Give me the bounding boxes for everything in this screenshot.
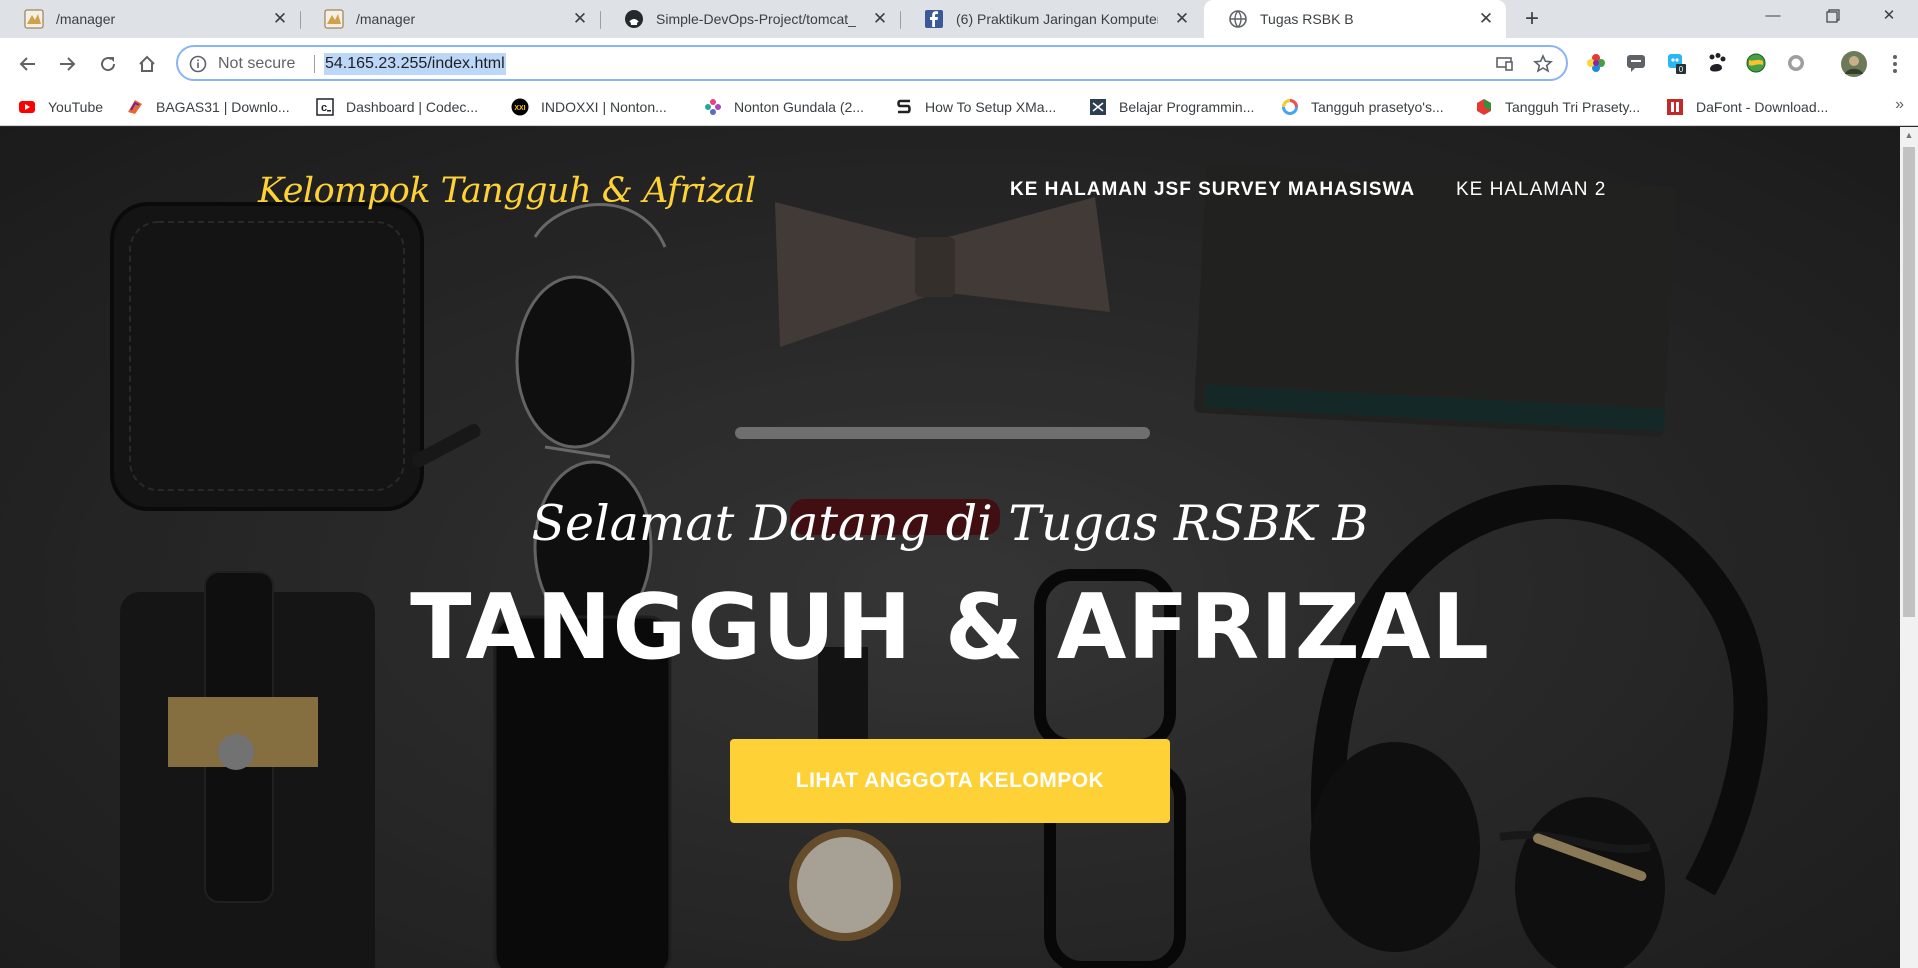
bookmark-star-icon[interactable] bbox=[1533, 54, 1553, 74]
globe-icon bbox=[1229, 10, 1247, 28]
codecademy-icon: c bbox=[316, 98, 334, 116]
bookmark-label: Tangguh Tri Prasety... bbox=[1505, 99, 1641, 115]
bagas31-icon bbox=[128, 100, 142, 114]
bookmarks-overflow-icon[interactable]: » bbox=[1895, 96, 1904, 114]
hero-heading: TANGGUH & AFRIZAL bbox=[410, 575, 1490, 680]
page-scrollbar[interactable]: ▲ bbox=[1900, 127, 1918, 968]
reload-icon bbox=[101, 57, 116, 72]
close-tab-icon[interactable]: ✕ bbox=[1476, 9, 1496, 29]
close-window-icon[interactable]: ✕ bbox=[1866, 0, 1912, 32]
tomcat-icon bbox=[24, 9, 44, 29]
bookmark-belajar[interactable]: Belajar Programmin... bbox=[1089, 89, 1254, 125]
cast-device-icon[interactable] bbox=[1494, 54, 1514, 74]
bookmark-youtube[interactable]: YouTube bbox=[18, 89, 103, 125]
color-wheel-icon[interactable] bbox=[1585, 52, 1607, 74]
s-logo-icon bbox=[897, 99, 911, 114]
bookmark-label: How To Setup XMa... bbox=[925, 99, 1057, 115]
security-label[interactable]: Not secure bbox=[218, 55, 295, 73]
tab-title: /manager bbox=[356, 11, 416, 27]
globe-toggle-icon[interactable] bbox=[1745, 52, 1767, 74]
tab-title: Tugas RSBK B bbox=[1260, 11, 1354, 27]
youtube-icon bbox=[19, 101, 35, 113]
close-tab-icon[interactable]: ✕ bbox=[1172, 9, 1192, 29]
tab-title: /manager bbox=[56, 11, 116, 27]
bookmark-label: Nonton Gundala (2... bbox=[734, 99, 864, 115]
nav-link-halaman-2[interactable]: KE HALAMAN 2 bbox=[1456, 179, 1606, 201]
hero-section: Kelompok Tangguh & Afrizal KE HALAMAN JS… bbox=[0, 127, 1900, 968]
bookmark-label: Belajar Programmin... bbox=[1119, 99, 1255, 115]
reload-button[interactable] bbox=[94, 50, 122, 78]
indoxxi-icon: XXI bbox=[511, 98, 529, 116]
facebook-icon bbox=[925, 10, 943, 28]
bookmark-label: Tangguh prasetyo's... bbox=[1311, 99, 1444, 115]
paw-icon[interactable] bbox=[1706, 52, 1728, 74]
bookmark-tangguh-prasetyo[interactable]: Tangguh prasetyo's... bbox=[1281, 89, 1444, 125]
back-arrow-icon bbox=[19, 57, 35, 71]
home-button[interactable] bbox=[133, 50, 161, 78]
hero-lead-text: Selamat Datang di Tugas RSBK B bbox=[531, 495, 1369, 552]
bookmark-label: BAGAS31 | Downlo... bbox=[156, 99, 290, 115]
dafont-icon bbox=[1667, 99, 1683, 115]
svg-text:XXI: XXI bbox=[514, 105, 525, 112]
bookmark-gundala[interactable]: Nonton Gundala (2... bbox=[704, 89, 864, 125]
close-tab-icon[interactable]: ✕ bbox=[570, 9, 590, 29]
tab-strip: /manager ✕ /manager ✕ Simple-DevOps-Proj… bbox=[0, 0, 1918, 38]
site-brand-logo[interactable]: Kelompok Tangguh & Afrizal bbox=[258, 171, 756, 211]
bookmark-label: INDOXXI | Nonton... bbox=[541, 99, 667, 115]
restore-icon[interactable] bbox=[1810, 0, 1856, 32]
back-button[interactable] bbox=[14, 50, 42, 78]
bookmark-label: YouTube bbox=[48, 99, 104, 115]
bookmark-bagas31[interactable]: BAGAS31 | Downlo... bbox=[126, 89, 290, 125]
menu-kebab-icon[interactable] bbox=[1885, 50, 1905, 78]
ring-icon bbox=[1282, 99, 1298, 115]
tomcat-icon bbox=[324, 9, 344, 29]
tab-title: (6) Praktikum Jaringan Komputer bbox=[956, 11, 1158, 27]
bookmark-indoxxi[interactable]: XXI INDOXXI | Nonton... bbox=[511, 89, 667, 125]
chat-bubble-icon[interactable] bbox=[1625, 52, 1647, 74]
tab-title: Simple-DevOps-Project/tomcat_i bbox=[656, 11, 856, 27]
home-icon bbox=[139, 55, 155, 72]
hex-icon bbox=[1477, 99, 1491, 115]
bot-icon[interactable]: 0 bbox=[1665, 52, 1687, 74]
bookmark-codecademy[interactable]: c Dashboard | Codec... bbox=[316, 89, 478, 125]
tab-github[interactable]: Simple-DevOps-Project/tomcat_i ✕ bbox=[600, 0, 901, 38]
scroll-up-arrow-icon[interactable]: ▲ bbox=[1900, 127, 1918, 144]
new-tab-icon[interactable]: + bbox=[1518, 6, 1546, 34]
bookmark-label: DaFont - Download... bbox=[1696, 99, 1829, 115]
bookmark-dafont[interactable]: DaFont - Download... bbox=[1666, 89, 1828, 125]
scrollbar-thumb[interactable] bbox=[1903, 147, 1915, 617]
flower-icon bbox=[705, 99, 721, 115]
nav-link-jsf-survey[interactable]: KE HALAMAN JSF SURVEY MAHASISWA bbox=[1010, 179, 1415, 201]
tab-facebook[interactable]: (6) Praktikum Jaringan Komputer ✕ bbox=[900, 0, 1202, 38]
tab-manager-1[interactable]: /manager ✕ bbox=[0, 0, 301, 38]
minimize-icon[interactable]: — bbox=[1750, 0, 1796, 32]
security-divider bbox=[314, 55, 315, 73]
tab-manager-2[interactable]: /manager ✕ bbox=[300, 0, 601, 38]
bookmarks-bar: YouTube BAGAS31 | Downlo... c Dashboard … bbox=[0, 89, 1918, 126]
info-icon[interactable] bbox=[189, 55, 207, 73]
close-tab-icon[interactable]: ✕ bbox=[270, 9, 290, 29]
browser-toolbar: Not secure 54.165.23.255/index.html 0 bbox=[0, 38, 1918, 89]
bookmark-xmail[interactable]: How To Setup XMa... bbox=[895, 89, 1056, 125]
forward-button[interactable] bbox=[53, 50, 81, 78]
lihat-anggota-button[interactable]: LIHAT ANGGOTA KELOMPOK bbox=[730, 739, 1170, 823]
extension-badge: 0 bbox=[1679, 65, 1684, 74]
tab-tugas-rsbk[interactable]: Tugas RSBK B ✕ bbox=[1204, 0, 1506, 38]
circle-icon[interactable] bbox=[1785, 52, 1807, 74]
close-tab-icon[interactable]: ✕ bbox=[870, 9, 890, 29]
address-bar[interactable]: Not secure 54.165.23.255/index.html bbox=[176, 45, 1568, 81]
svg-text:c: c bbox=[321, 102, 327, 114]
avatar[interactable] bbox=[1840, 50, 1868, 78]
bookmark-label: Dashboard | Codec... bbox=[346, 99, 479, 115]
belajar-icon bbox=[1090, 99, 1106, 115]
github-icon bbox=[625, 10, 643, 28]
url-text[interactable]: 54.165.23.255/index.html bbox=[324, 53, 506, 75]
bookmark-tangguh-tri[interactable]: Tangguh Tri Prasety... bbox=[1475, 89, 1640, 125]
forward-arrow-icon bbox=[60, 57, 76, 71]
